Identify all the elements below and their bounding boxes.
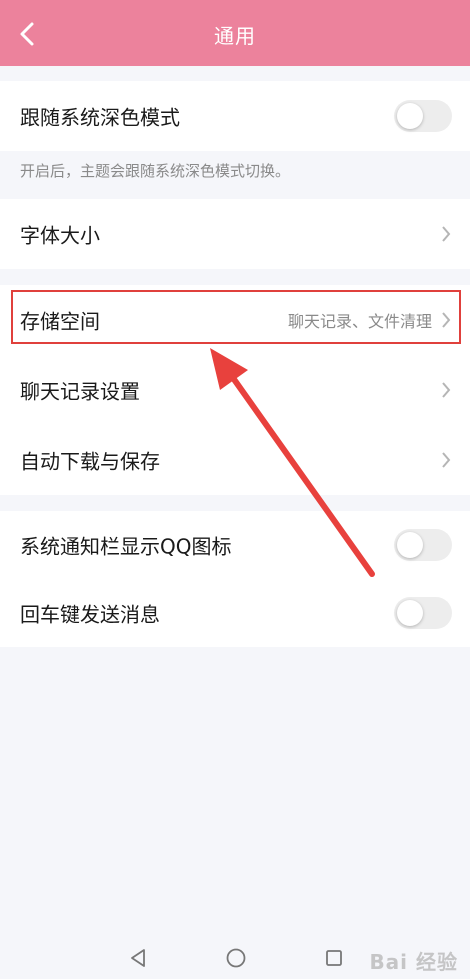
annotation-arrow xyxy=(210,348,375,577)
nav-home-icon[interactable] xyxy=(225,947,247,969)
nav-back-icon[interactable] xyxy=(127,947,149,969)
nav-recents-icon[interactable] xyxy=(323,947,345,969)
baidu-watermark: Bai 经验 xyxy=(369,950,458,974)
